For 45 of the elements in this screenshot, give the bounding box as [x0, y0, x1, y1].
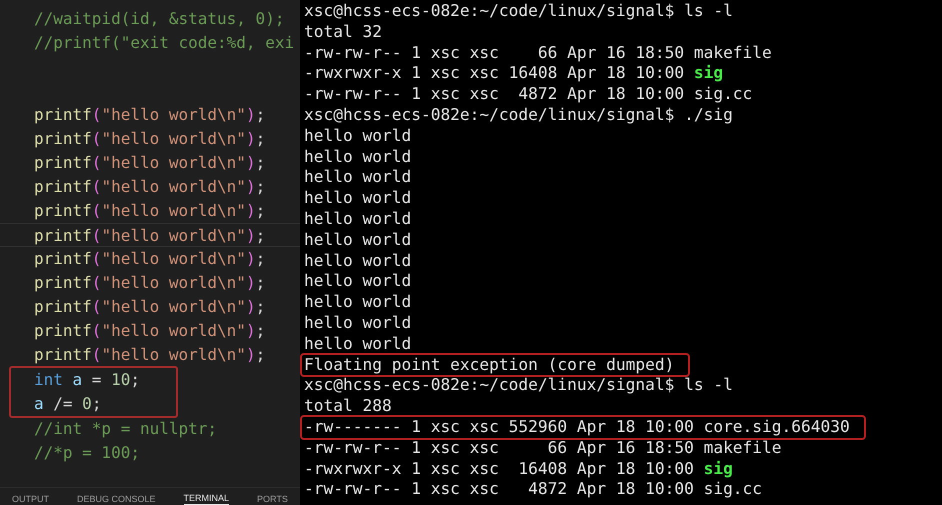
code-line: //int *p = nullptr;: [34, 419, 218, 438]
terminal-line: hello world: [304, 167, 412, 186]
terminal-line: hello world: [304, 188, 412, 208]
terminal-line: hello world: [304, 126, 412, 145]
code-line: printf("hello world\n");: [34, 177, 266, 196]
terminal-line: hello world: [304, 334, 412, 353]
terminal-line: -rw------- 1 xsc xsc 552960 Apr 18 10:00 core.sig.664030: [302, 416, 864, 438]
terminal-line: hello world: [304, 208, 412, 228]
terminal-line: Floating point exception (core dumped): [302, 354, 688, 376]
terminal-line: -rw-rw-r-- 1 xsc xsc 4872 Apr 18 10:00 sig.cc: [304, 84, 752, 104]
code-line: printf("hello world\n");: [34, 226, 266, 245]
code-line: printf("hello world\n");: [34, 153, 266, 172]
code-line: a /= 0;: [34, 394, 102, 413]
panel-tab[interactable]: DEBUG CONSOLE: [77, 493, 156, 505]
terminal-line: -rwxrwxr-x 1 xsc xsc 16408 Apr 18 10:00 sig: [304, 458, 733, 478]
code-line: printf("hello world\n");: [34, 321, 266, 340]
panel-tab[interactable]: PORTS: [257, 493, 288, 505]
code-line: printf("hello world\n");: [34, 105, 266, 124]
terminal-line: total 288: [304, 396, 392, 416]
terminal-line: -rw-rw-r-- 1 xsc xsc 66 Apr 16 18:50 makefile: [304, 42, 772, 62]
panel-tab[interactable]: OUTPUT: [12, 493, 49, 505]
terminal-line: xsc@hcss-ecs-082e:~/code/linux/signal$ ./sig: [304, 104, 733, 124]
terminal-line: hello world: [304, 312, 412, 332]
terminal-line: hello world: [304, 292, 412, 312]
code-line: printf("hello world\n");: [34, 297, 266, 316]
panel-tab[interactable]: TERMINAL: [184, 492, 230, 505]
code-line: //printf("exit code:%d, exi: [34, 33, 294, 52]
terminal-line: -rw-rw-r-- 1 xsc xsc 66 Apr 16 18:50 makefile: [304, 438, 782, 457]
code-line: printf("hello world\n");: [34, 345, 266, 364]
terminal-line: hello world: [304, 250, 412, 270]
terminal-line: hello world: [304, 230, 412, 249]
terminal-line: hello world: [304, 146, 412, 166]
code-line: printf("hello world\n");: [34, 273, 266, 292]
code-line: int a = 10;: [34, 370, 140, 389]
terminal-line: xsc@hcss-ecs-082e:~/code/linux/signal$ ls -l: [304, 1, 733, 20]
code-line: printf("hello world\n");: [34, 249, 266, 268]
terminal-line: xsc@hcss-ecs-082e:~/code/linux/signal$ ls -l: [304, 375, 733, 394]
code-line: printf("hello world\n");: [34, 201, 266, 220]
code-line: printf("hello world\n");: [34, 129, 266, 148]
terminal-line: hello world: [304, 271, 412, 290]
terminal-line: total 32: [304, 22, 382, 41]
terminal-line: -rwxrwxr-x 1 xsc xsc 16408 Apr 18 10:00 sig: [304, 63, 724, 82]
terminal-line: -rw-rw-r-- 1 xsc xsc 4872 Apr 18 10:00 sig.cc: [304, 479, 762, 498]
code-line: //waitpid(id, &status, 0);: [34, 9, 284, 28]
code-line: //*p = 100;: [34, 443, 140, 462]
